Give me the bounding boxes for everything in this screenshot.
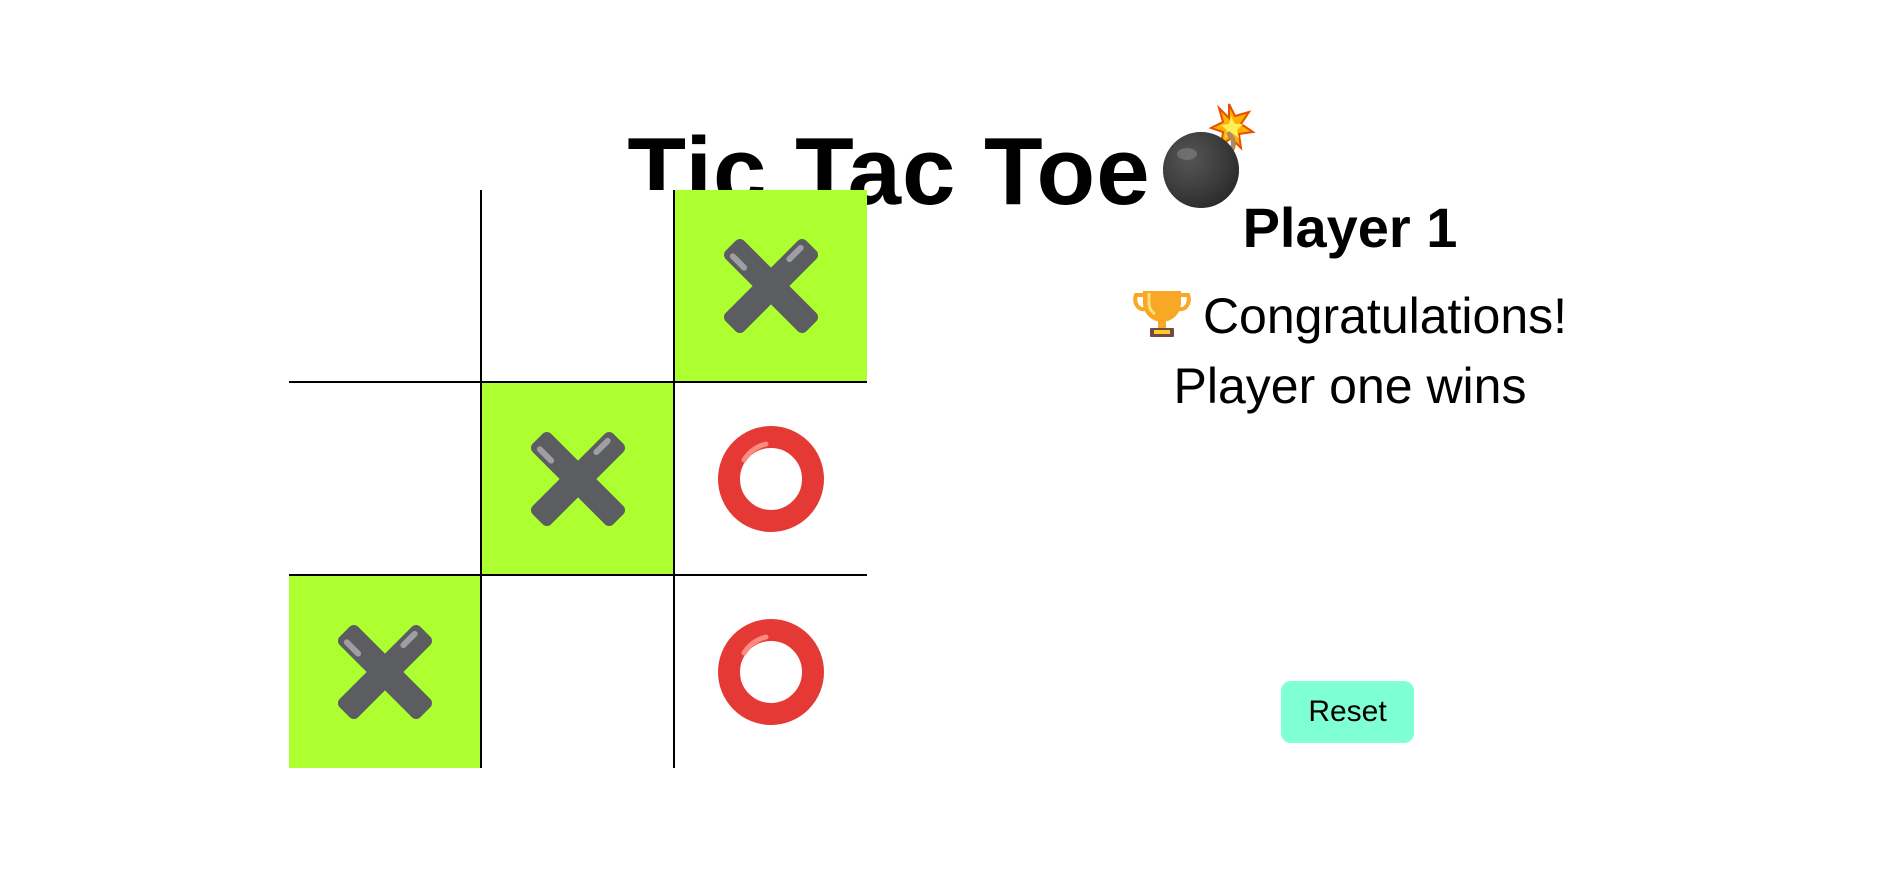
board-cell-2-2[interactable] <box>482 383 675 576</box>
win-message-line2: Player one wins <box>1173 358 1527 414</box>
game-page: Tic Tac Toe Player 1 Congratulations! Pl… <box>0 0 1884 892</box>
x-mark-icon <box>337 624 432 720</box>
x-mark-icon <box>530 431 625 526</box>
board-cell-3-1[interactable] <box>289 576 482 768</box>
status-panel: Player 1 Congratulations! Player one win… <box>1050 190 1650 417</box>
board-cell-2-1[interactable] <box>289 383 482 576</box>
board-cell-1-3[interactable] <box>675 190 867 383</box>
x-mark-icon <box>723 238 819 333</box>
board-cell-2-3[interactable] <box>675 383 867 576</box>
current-player: Player 1 <box>1242 196 1458 259</box>
o-mark-icon <box>718 425 824 532</box>
trophy-icon <box>1133 283 1191 355</box>
board-cell-3-2[interactable] <box>482 576 675 768</box>
win-message-line1: Congratulations! <box>1202 288 1568 344</box>
win-message: Congratulations! Player one wins <box>1050 283 1650 417</box>
reset-button[interactable]: Reset <box>1281 681 1414 743</box>
game-board <box>289 190 867 768</box>
board-cell-3-3[interactable] <box>675 576 867 768</box>
o-mark-icon <box>718 619 824 725</box>
board-cell-1-2[interactable] <box>482 190 675 383</box>
board-cell-1-1[interactable] <box>289 190 482 383</box>
